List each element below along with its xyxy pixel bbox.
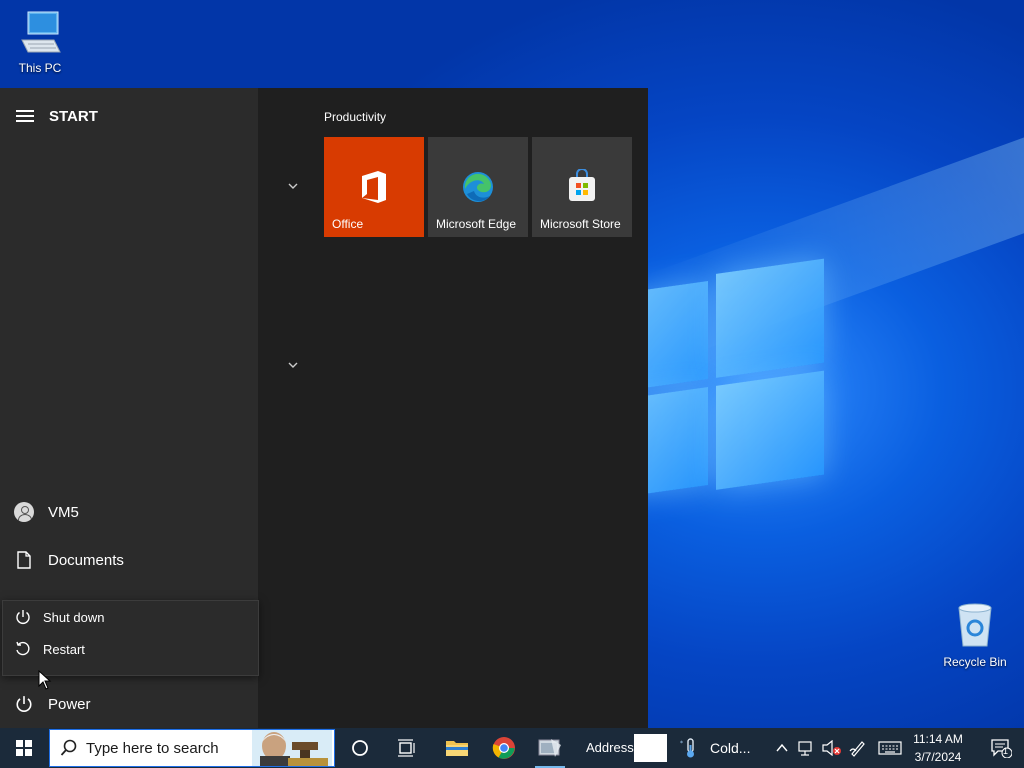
start-menu: START VM5 Documents Shut down Restart Po… [0,88,648,728]
start-title: START [49,108,98,125]
chevron-down-icon[interactable] [287,180,299,192]
document-icon [17,551,31,569]
search-highlight-illustration [252,730,332,766]
microsoft-edge-tile-label: Microsoft Edge [436,217,517,231]
folder-icon [446,741,468,756]
recycle-bin-label: Recycle Bin [943,655,1007,669]
office-tile-label: Office [332,217,364,231]
mouse-cursor-icon [38,670,52,690]
restart-option[interactable]: Restart [3,633,258,665]
microsoft-store-tile-label: Microsoft Store [540,217,621,231]
restart-label: Restart [43,641,85,657]
this-pc-label: This PC [18,61,62,75]
edge-icon [463,172,493,202]
tile-group-label: Productivity [324,110,387,124]
documents-button[interactable]: Documents [0,538,258,582]
clock-time: 11:14 AM [913,732,963,746]
computer-icon [21,11,61,53]
system-clock[interactable]: 11:14 AM 3/7/2024 [906,730,970,766]
windows-icon [16,740,32,756]
user-account-button[interactable]: VM5 [0,490,258,534]
weather-widget[interactable]: * Cold... [670,728,760,768]
address-input[interactable] [634,734,667,762]
chevron-down-icon[interactable] [287,359,299,371]
documents-label: Documents [48,551,124,569]
task-view-icon [398,739,415,757]
chrome-icon [492,737,515,759]
action-center-button[interactable]: 1 [978,728,1024,768]
power-icon [16,610,30,624]
chrome-button[interactable] [481,728,527,768]
show-hidden-icons-chevron-up-icon[interactable] [775,741,789,755]
power-icon [16,696,32,712]
power-label: Power [48,695,91,713]
address-toolbar-label: Address [586,740,634,755]
notification-icon [991,739,1012,758]
network-icon[interactable] [798,740,816,756]
taskbar: Type here to search Address * Cold... 11… [0,728,1024,768]
taskbar-search-box[interactable]: Type here to search [49,729,335,767]
shut-down-option[interactable]: Shut down [3,601,258,633]
start-rail: START VM5 Documents Shut down Restart Po… [0,88,259,728]
file-explorer-button[interactable] [434,728,480,768]
volume-muted-icon[interactable] [822,740,842,756]
start-button[interactable] [0,728,48,768]
this-pc-desktop-icon[interactable]: This PC [0,10,80,75]
touch-keyboard-icon[interactable] [878,740,902,756]
app-window-icon [538,739,561,757]
recycle-bin-desktop-icon[interactable]: Recycle Bin [935,602,1015,669]
clock-date: 3/7/2024 [914,750,962,764]
microsoft-store-tile[interactable]: Microsoft Store [532,137,632,237]
restart-icon [16,641,30,656]
shut-down-label: Shut down [43,609,105,625]
open-app-button[interactable] [527,728,573,768]
search-placeholder: Type here to search [86,739,219,757]
user-avatar-icon [14,502,34,522]
office-icon [362,171,386,203]
task-view-button[interactable] [384,728,430,768]
notification-count: 1 [1003,746,1009,756]
svg-text:*: * [680,740,683,747]
user-name: VM5 [48,503,79,521]
microsoft-edge-tile[interactable]: Microsoft Edge [428,137,528,237]
pen-workspace-icon[interactable] [849,739,867,757]
weather-text: Cold... [710,740,751,756]
search-icon [60,739,77,756]
cortana-button[interactable] [337,728,383,768]
recycle-bin-icon [958,603,992,647]
thermometer-icon: * [680,738,694,758]
office-tile[interactable]: Office [324,137,424,237]
store-icon [569,169,595,201]
power-options-menu: Shut down Restart [2,600,259,676]
hamburger-menu-icon[interactable] [16,110,34,122]
cortana-icon [352,740,368,756]
